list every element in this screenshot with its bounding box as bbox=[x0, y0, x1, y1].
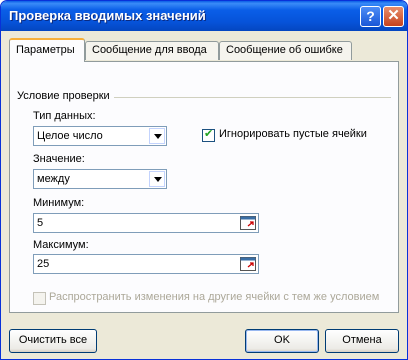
cancel-button[interactable]: Отмена bbox=[325, 329, 399, 353]
condition-label: Значение: bbox=[33, 153, 85, 165]
tab-input-message[interactable]: Сообщение для ввода bbox=[85, 41, 219, 60]
title-bar[interactable]: Проверка вводимых значений ? ✕ bbox=[1, 1, 407, 31]
window-title: Проверка вводимых значений bbox=[9, 8, 206, 23]
apply-all-label: Распространить изменения на другие ячейк… bbox=[49, 291, 380, 303]
data-type-label: Тип данных: bbox=[33, 110, 96, 122]
minimum-value: 5 bbox=[37, 217, 44, 229]
group-title: Условие проверки bbox=[17, 90, 114, 102]
ignore-blank-checkbox[interactable] bbox=[202, 127, 215, 142]
chevron-down-icon[interactable] bbox=[149, 128, 165, 144]
close-icon[interactable]: ✕ bbox=[383, 6, 404, 27]
data-type-value: Целое число bbox=[37, 130, 103, 142]
help-icon[interactable]: ? bbox=[360, 6, 381, 27]
data-type-select[interactable]: Целое число bbox=[33, 126, 167, 146]
chevron-down-icon[interactable] bbox=[149, 171, 165, 187]
maximum-value: 25 bbox=[37, 258, 50, 270]
collapse-dialog-icon[interactable] bbox=[240, 257, 256, 271]
tab-error-alert[interactable]: Сообщение об ошибке bbox=[219, 41, 352, 60]
group-divider bbox=[113, 97, 391, 98]
apply-all-checkbox[interactable] bbox=[33, 292, 46, 305]
clear-all-button[interactable]: Очистить все bbox=[9, 329, 97, 353]
condition-value: между bbox=[37, 173, 70, 185]
maximum-label: Максимум: bbox=[33, 239, 89, 251]
ok-button[interactable]: OK bbox=[245, 329, 319, 353]
minimum-label: Минимум: bbox=[33, 197, 85, 209]
tab-parameters[interactable]: Параметры bbox=[9, 38, 85, 62]
data-validation-dialog: Проверка вводимых значений ? ✕ Параметры… bbox=[0, 0, 408, 360]
collapse-dialog-icon[interactable] bbox=[240, 216, 256, 230]
minimum-input[interactable]: 5 bbox=[33, 213, 259, 233]
maximum-input[interactable]: 25 bbox=[33, 254, 259, 274]
condition-select[interactable]: между bbox=[33, 169, 167, 189]
ignore-blank-label[interactable]: Игнорировать пустые ячейки bbox=[219, 128, 367, 140]
